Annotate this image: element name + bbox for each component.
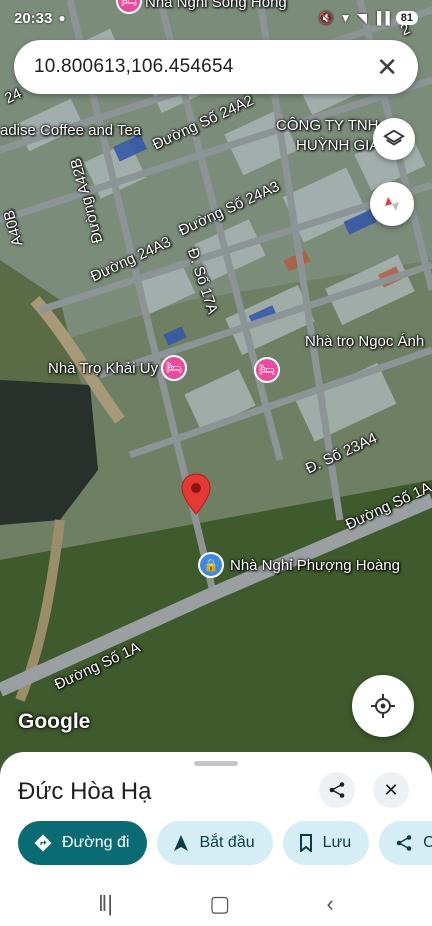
status-time: 20:33 [14, 9, 53, 27]
close-sheet-button[interactable]: ✕ [373, 772, 409, 808]
google-logo: Google [18, 710, 91, 733]
drag-handle[interactable] [194, 761, 238, 766]
signal-icon: ▐▐ [372, 11, 390, 25]
status-bar: 20:33 ● 🔇 ▼ ◥ ▐▐ 81 [0, 0, 432, 36]
save-label: Lưu [322, 834, 352, 851]
poi-label-nha-tro-ngoc-anh[interactable]: Nhà trọ Ngọc Ánh [305, 333, 424, 350]
navigation-arrow-icon [174, 835, 189, 851]
search-query[interactable]: 10.800613,106.454654 [34, 56, 233, 78]
poi-label-nha-nghi-phuong-hoang[interactable]: Nhà Nghỉ Phượng Hoàng [230, 557, 400, 574]
share-icon [329, 782, 345, 798]
search-bar[interactable]: 10.800613,106.454654 ✕ [14, 40, 418, 94]
mute-icon: 🔇 [318, 11, 334, 25]
status-icons: 🔇 ▼ ◥ ▐▐ 81 [319, 11, 418, 25]
wifi-icon: ◥ [357, 11, 367, 25]
lodging-pin-icon[interactable]: 🛏 [254, 357, 280, 383]
save-button[interactable]: Lưu [282, 821, 370, 865]
map-view[interactable]: Nhà Nghỉ Sông Hồng 🛏 adise Coffee and Te… [0, 0, 432, 775]
start-label: Bắt đầu [199, 834, 255, 851]
directions-button[interactable]: Đường đi [18, 821, 148, 865]
hotel-pin-icon[interactable]: 🔒 [198, 552, 224, 578]
chat-bubble-icon: ● [58, 11, 66, 25]
place-title: Đức Hòa Hạ [18, 778, 152, 805]
my-location-button[interactable] [352, 675, 414, 737]
poi-label-nha-tro-khai-uy[interactable]: Nhà Trọ Khải Uy [48, 360, 158, 377]
place-bottom-sheet[interactable]: Đức Hòa Hạ ✕ Đường đi Bắt đầu Lưu C [0, 752, 432, 882]
compass-button[interactable] [370, 182, 414, 226]
system-navigation-bar: ‖| ▢ ‹ [0, 882, 432, 926]
home-icon[interactable]: ▢ [209, 891, 230, 917]
layers-button[interactable] [373, 118, 415, 160]
back-icon[interactable]: ‹ [326, 891, 333, 917]
lodging-pin-icon[interactable]: 🛏 [161, 355, 187, 381]
poi-label-company-line2[interactable]: HUỲNH GIA [296, 137, 379, 154]
battery-badge: 81 [395, 11, 418, 25]
compass-icon [385, 197, 399, 211]
poi-label-company-line1[interactable]: CÔNG TY TNH [276, 117, 379, 134]
share-button[interactable] [319, 772, 355, 808]
close-icon[interactable]: ✕ [376, 54, 398, 80]
crosshair-icon [371, 694, 395, 718]
close-icon: ✕ [383, 779, 399, 800]
share-chip-label: C [423, 834, 432, 851]
location-icon: ▼ [339, 11, 352, 25]
bookmark-icon [299, 834, 312, 852]
poi-label-paradise-coffee[interactable]: adise Coffee and Tea [0, 122, 141, 139]
directions-label: Đường đi [62, 834, 130, 851]
action-chips: Đường đi Bắt đầu Lưu C [18, 821, 432, 865]
start-button[interactable]: Bắt đầu [157, 821, 273, 865]
share-chip-button[interactable]: C [379, 821, 432, 865]
layers-icon [383, 129, 405, 146]
location-pin-icon[interactable] [181, 473, 211, 515]
directions-icon [34, 834, 52, 852]
share-icon [396, 835, 412, 851]
recent-apps-icon[interactable]: ‖| [98, 891, 113, 917]
